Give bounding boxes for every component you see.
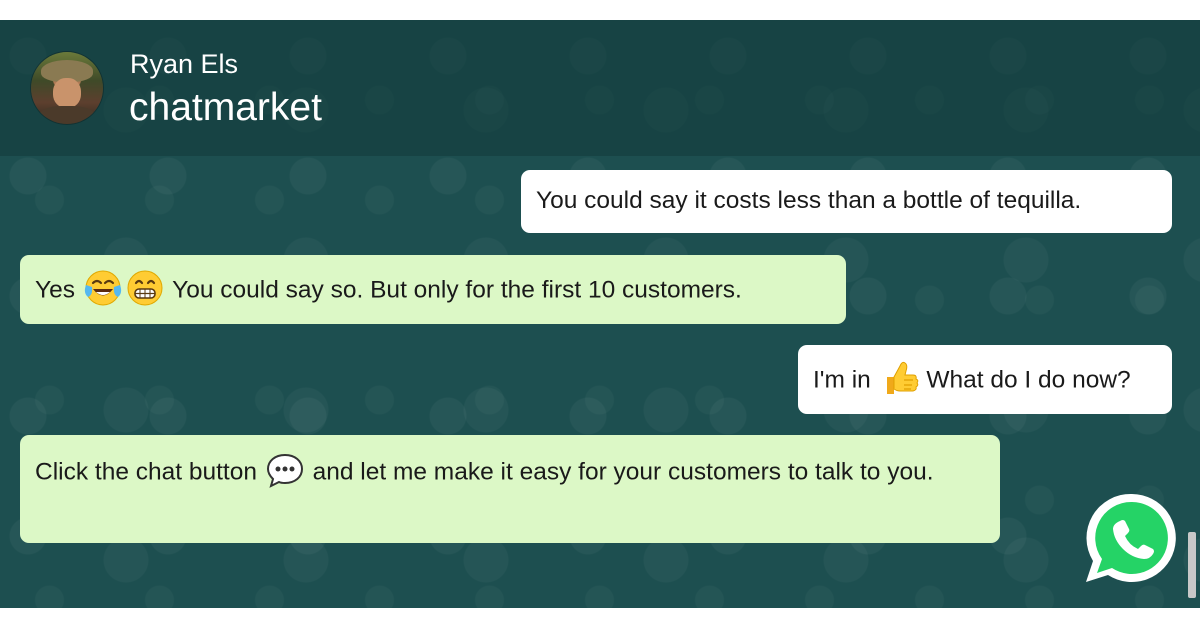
- message-bubble-incoming[interactable]: Yes You could say so. But only for the f…: [20, 255, 846, 324]
- message-bubble-outgoing[interactable]: You could say it costs less than a bottl…: [521, 170, 1172, 233]
- message-text: You could say it costs less than a bottl…: [536, 187, 1082, 214]
- message-bubble-incoming[interactable]: Click the chat button and let me make it…: [20, 435, 1000, 543]
- chat-header[interactable]: Ryan Els chatmarket: [0, 20, 1200, 156]
- contact-name: Ryan Els: [130, 49, 239, 79]
- message-bubble-outgoing[interactable]: I'm in What do I do now?: [798, 345, 1172, 414]
- message-text: and let me make it easy for your custome…: [305, 458, 934, 486]
- chat-window: Ryan Els chatmarket You could say it cos…: [0, 20, 1200, 608]
- scrollbar[interactable]: [1188, 532, 1196, 598]
- avatar-shirt: [37, 106, 97, 124]
- message-text: You could say so. But only for the first…: [165, 276, 742, 304]
- message-text: Yes: [35, 276, 82, 304]
- message-text: What do I do now?: [919, 366, 1131, 394]
- avatar-face: [53, 78, 81, 108]
- message-text: I'm in: [813, 366, 878, 394]
- grinning-face-emoji: [125, 268, 165, 308]
- message-text: Click the chat button: [35, 458, 264, 486]
- speech-bubble-emoji: [265, 450, 305, 490]
- contact-subtitle: chatmarket: [129, 86, 322, 129]
- whatsapp-icon[interactable]: [1078, 486, 1186, 594]
- contact-avatar[interactable]: [31, 52, 103, 124]
- tears-of-joy-emoji: [83, 268, 123, 308]
- thumbs-up-emoji: [879, 358, 919, 398]
